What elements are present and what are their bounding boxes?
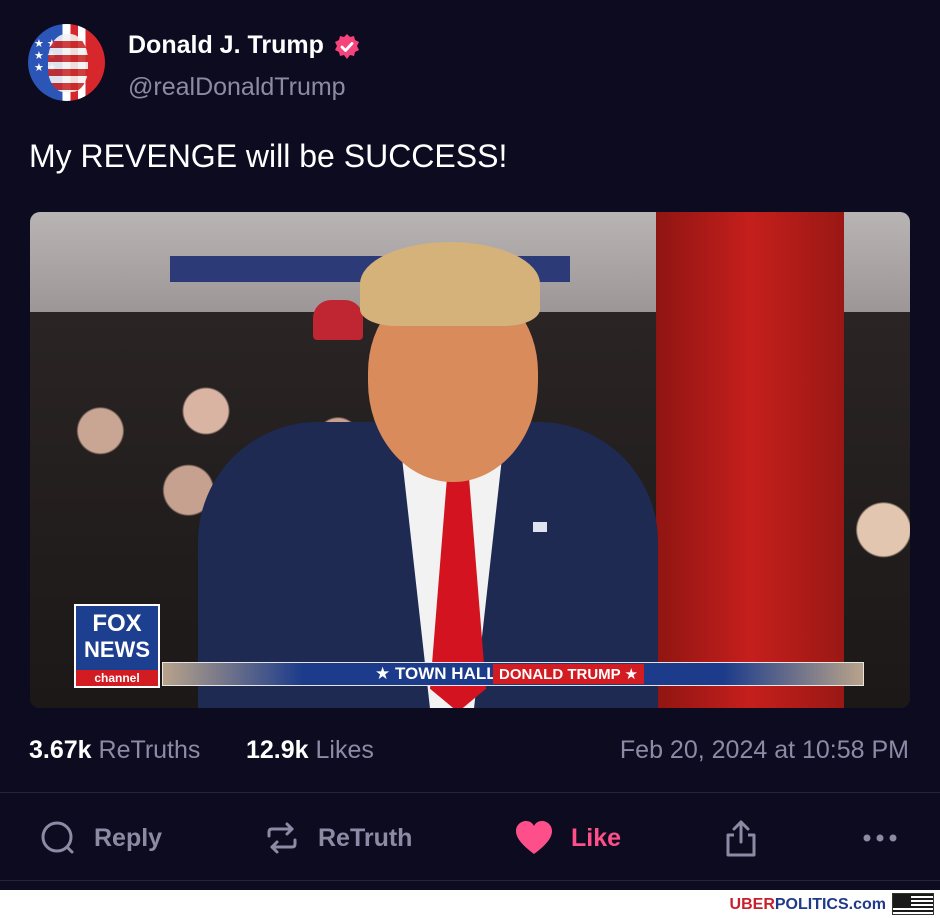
heart-icon <box>516 821 552 854</box>
watermark-part3: .com <box>848 896 886 913</box>
retruth-label: ReTruth <box>318 823 413 852</box>
reply-icon <box>41 821 74 854</box>
share-button[interactable] <box>723 812 759 864</box>
divider <box>0 880 940 881</box>
divider <box>0 792 940 793</box>
author-display-name[interactable]: Donald J. Trump <box>128 31 324 60</box>
lower-third-title: ★ TOWN HALL <box>375 664 497 683</box>
watermark-text: UBERPOLITICS.com <box>730 896 886 914</box>
post-media-image[interactable]: FOX NEWS channel ★ TOWN HALL DONALD TRUM… <box>30 212 910 708</box>
retruths-count: 3.67k <box>29 736 92 764</box>
network-logo-line1: FOX <box>92 610 142 637</box>
retruths-label: ReTruths <box>98 736 201 764</box>
like-label: Like <box>571 823 622 852</box>
lower-third-name: DONALD TRUMP ★ <box>493 664 644 684</box>
retruths-stat[interactable]: 3.67k ReTruths <box>29 736 200 765</box>
watermark-part2: POLITICS <box>774 896 849 913</box>
reply-label: Reply <box>94 823 163 852</box>
likes-count: 12.9k <box>246 736 309 764</box>
media-red-pillar <box>656 212 844 708</box>
action-bar: Reply ReTruth Like <box>0 812 940 864</box>
lower-third-banner: ★ TOWN HALL DONALD TRUMP ★ <box>162 662 864 686</box>
watermark-bar: UBERPOLITICS.com <box>0 890 940 918</box>
post-header: ★ ★ ★ ★ ★ ★ Donald J. Trump @realDonaldTru… <box>28 24 908 104</box>
share-icon <box>726 820 756 857</box>
network-logo-line3: channel <box>76 670 158 686</box>
retruth-button[interactable]: ReTruth <box>264 812 412 864</box>
like-button[interactable]: Like <box>515 812 621 864</box>
watermark-part1: UBER <box>729 896 775 913</box>
verified-badge-icon <box>335 34 359 59</box>
avatar[interactable]: ★ ★ ★ ★ ★ ★ <box>28 24 105 101</box>
post-text: My REVENGE will be SUCCESS! <box>29 138 508 174</box>
likes-stat[interactable]: 12.9k Likes <box>246 736 374 765</box>
reply-button[interactable]: Reply <box>40 812 162 864</box>
post-timestamp: Feb 20, 2024 at 10:58 PM <box>619 736 909 764</box>
retruth-icon <box>267 822 297 854</box>
media-flag-pin <box>533 522 547 532</box>
avatar-face-graphic <box>48 34 88 92</box>
post-stats: 3.67k ReTruths 12.9k Likes Feb 20, 2024 … <box>29 736 909 768</box>
likes-label: Likes <box>315 736 374 764</box>
more-icon <box>863 834 897 842</box>
network-logo-line2: NEWS <box>84 637 150 662</box>
media-audience-red-cap <box>313 300 363 340</box>
media-subject-hair <box>360 242 540 326</box>
author-handle[interactable]: @realDonaldTrump <box>128 73 346 102</box>
more-options-button[interactable] <box>862 812 898 864</box>
network-logo: FOX NEWS channel <box>74 604 160 688</box>
flag-icon <box>892 893 934 915</box>
